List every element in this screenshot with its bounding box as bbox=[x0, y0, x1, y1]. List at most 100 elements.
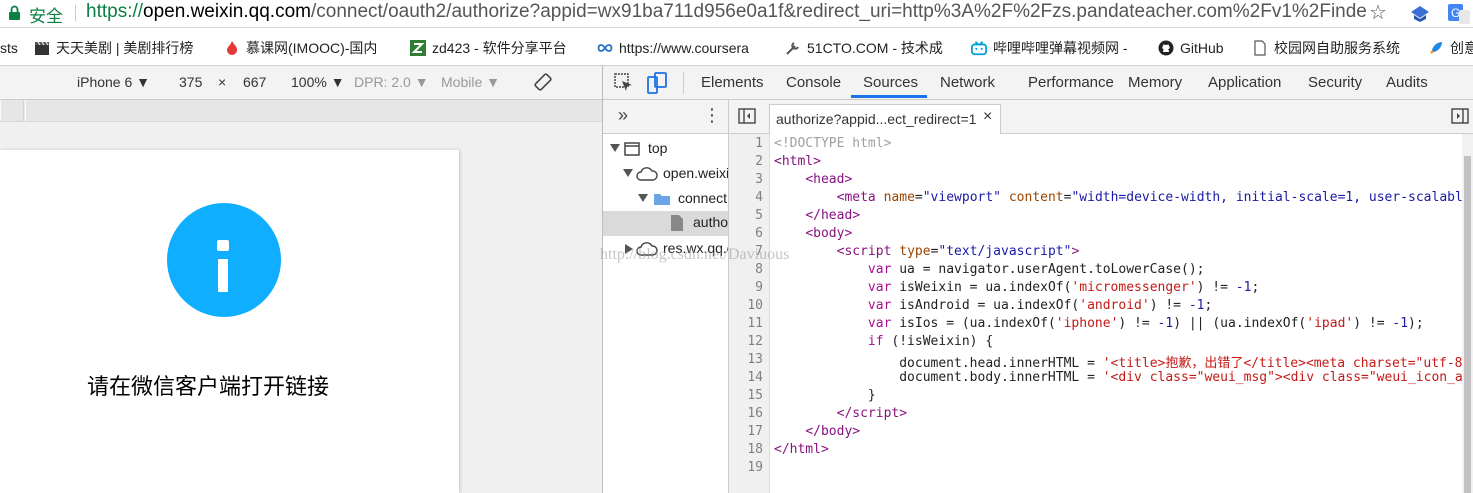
tab-memory[interactable]: Memory bbox=[1128, 74, 1182, 91]
navigator-menu-icon[interactable]: ⋮ bbox=[703, 105, 721, 126]
bookmark-label: 校园网自助服务系统 bbox=[1274, 40, 1400, 56]
flame-icon bbox=[227, 41, 237, 55]
code-line[interactable]: </body> bbox=[774, 424, 860, 439]
code-line[interactable]: var isAndroid = ua.indexOf('android') !=… bbox=[774, 298, 1212, 313]
open-file-tab[interactable]: authorize?appid...ect_redirect=1 × bbox=[769, 104, 1001, 134]
mode-select[interactable]: Mobile ▼ bbox=[441, 74, 500, 90]
code-line[interactable]: document.head.innerHTML = '<title>抱歉，出错了… bbox=[774, 352, 1462, 371]
chevron-down-icon[interactable] bbox=[623, 169, 633, 177]
editor-tab-bar: authorize?appid...ect_redirect=1 × bbox=[729, 100, 1473, 134]
bookmark-item[interactable]: GitHub bbox=[1158, 38, 1240, 58]
bookmark-item[interactable]: zd423 - 软件分享平台 bbox=[410, 38, 585, 58]
inspect-element-icon[interactable] bbox=[614, 73, 634, 93]
code-line[interactable]: document.body.innerHTML = '<div class="w… bbox=[774, 370, 1462, 385]
google-translate-icon[interactable]: G bbox=[1448, 4, 1470, 24]
url-path: /connect/oauth2/authorize?appid=wx91ba71… bbox=[310, 1, 1366, 22]
line-number[interactable]: 6 bbox=[755, 226, 763, 241]
line-number[interactable]: 14 bbox=[747, 370, 763, 385]
code-line[interactable]: </html> bbox=[774, 442, 829, 457]
code-line[interactable]: <meta name="viewport" content="width=dev… bbox=[774, 190, 1462, 205]
tree-item-top[interactable]: top bbox=[603, 137, 728, 162]
extension-icon[interactable] bbox=[1410, 5, 1430, 23]
line-number[interactable]: 8 bbox=[755, 262, 763, 277]
bookmark-item[interactable]: 校园网自助服务系统 bbox=[1252, 38, 1418, 58]
line-number[interactable]: 19 bbox=[747, 460, 763, 475]
device-toolbar-toggle-icon[interactable] bbox=[647, 72, 667, 94]
tab-security[interactable]: Security bbox=[1308, 74, 1362, 91]
line-number[interactable]: 5 bbox=[755, 208, 763, 223]
chevron-down-icon[interactable] bbox=[610, 144, 620, 152]
scrollbar-thumb[interactable] bbox=[1464, 156, 1471, 493]
code-editor[interactable]: <!DOCTYPE html> <html> <head> <meta name=… bbox=[770, 134, 1462, 493]
editor-scrollbar[interactable] bbox=[1462, 134, 1473, 493]
line-number[interactable]: 2 bbox=[755, 154, 763, 169]
code-line[interactable]: <html> bbox=[774, 154, 821, 169]
tab-performance[interactable]: Performance bbox=[1028, 74, 1114, 91]
tab-elements[interactable]: Elements bbox=[701, 74, 764, 91]
bookmark-item[interactable]: 创意 bbox=[1428, 38, 1473, 58]
address-bar[interactable]: 安全 https://open.weixin.qq.com/connect/oa… bbox=[0, 0, 1473, 28]
bookmark-label: https://www.coursera bbox=[619, 40, 749, 56]
code-line[interactable]: <head> bbox=[774, 172, 852, 187]
line-number[interactable]: 13 bbox=[747, 352, 763, 367]
star-icon[interactable]: ☆ bbox=[1369, 0, 1387, 25]
tree-item-folder[interactable]: connect bbox=[603, 187, 728, 212]
tab-console[interactable]: Console bbox=[786, 74, 841, 91]
line-number[interactable]: 12 bbox=[747, 334, 763, 349]
tree-item-domain[interactable]: open.weixin.qq.com bbox=[603, 162, 728, 187]
clapper-icon bbox=[35, 41, 49, 55]
tab-sources[interactable]: Sources bbox=[863, 74, 918, 91]
toggle-navigator-icon[interactable] bbox=[738, 108, 756, 124]
secure-label: 安全 bbox=[29, 7, 63, 26]
tab-application[interactable]: Application bbox=[1208, 74, 1281, 91]
device-toolbar: iPhone 6 ▼ 375 × 667 100% ▼ DPR: 2.0 ▼ M… bbox=[0, 66, 602, 100]
line-number[interactable]: 15 bbox=[747, 388, 763, 403]
height-input[interactable]: 667 bbox=[243, 74, 266, 90]
tree-item-file[interactable]: authorize bbox=[603, 211, 728, 236]
code-line[interactable]: if (!isWeixin) { bbox=[774, 334, 993, 349]
tab-network[interactable]: Network bbox=[940, 74, 995, 91]
toggle-debugger-icon[interactable] bbox=[1451, 108, 1469, 124]
bookmark-item[interactable]: 哔哩哔哩弹幕视频网 - bbox=[971, 38, 1143, 58]
code-line[interactable]: var ua = navigator.userAgent.toLowerCase… bbox=[774, 262, 1205, 277]
dpr-select[interactable]: DPR: 2.0 ▼ bbox=[354, 74, 429, 90]
tab-audits[interactable]: Audits bbox=[1386, 74, 1428, 91]
code-line[interactable]: } bbox=[774, 388, 876, 403]
url-host: open.weixin.qq.com bbox=[143, 1, 311, 22]
close-icon[interactable]: × bbox=[983, 108, 992, 126]
more-tabs-button[interactable]: » bbox=[618, 105, 628, 126]
bookmark-item[interactable]: sts bbox=[0, 38, 26, 58]
line-number[interactable]: 17 bbox=[747, 424, 763, 439]
code-line[interactable]: var isIos = (ua.indexOf('iphone') != -1)… bbox=[774, 316, 1424, 331]
tree-item-label: open.weixin.qq.com bbox=[663, 165, 728, 181]
code-line[interactable]: <!DOCTYPE html> bbox=[774, 136, 891, 151]
chevron-down-icon[interactable] bbox=[638, 194, 648, 202]
line-number[interactable]: 18 bbox=[747, 442, 763, 457]
code-line[interactable]: </head> bbox=[774, 208, 860, 223]
line-number[interactable]: 1 bbox=[755, 136, 763, 151]
width-input[interactable]: 375 bbox=[179, 74, 202, 90]
bookmark-item[interactable]: 51CTO.COM - 技术成 bbox=[785, 38, 957, 58]
line-number[interactable]: 4 bbox=[755, 190, 763, 205]
zoom-select[interactable]: 100% ▼ bbox=[291, 74, 345, 90]
line-number[interactable]: 11 bbox=[747, 316, 763, 331]
bookmark-item[interactable]: https://www.coursera bbox=[597, 38, 769, 58]
url-text[interactable]: https://open.weixin.qq.com/connect/oauth… bbox=[86, 1, 1366, 23]
line-number[interactable]: 3 bbox=[755, 172, 763, 187]
line-number[interactable]: 16 bbox=[747, 406, 763, 421]
bookmark-item[interactable]: 天天美剧 | 美剧排行榜 bbox=[34, 38, 208, 58]
code-line[interactable]: var isWeixin = ua.indexOf('micromessenge… bbox=[774, 280, 1259, 295]
code-line[interactable]: <script type="text/javascript"> bbox=[774, 244, 1080, 259]
github-icon bbox=[1158, 40, 1174, 56]
rotate-icon[interactable] bbox=[534, 73, 552, 91]
line-number[interactable]: 9 bbox=[755, 280, 763, 295]
ruler-segment[interactable] bbox=[0, 100, 24, 121]
device-select[interactable]: iPhone 6 ▼ bbox=[77, 74, 150, 90]
bookmark-item[interactable]: 慕课网(IMOOC)-国内 bbox=[224, 38, 392, 58]
ruler-segment[interactable] bbox=[25, 100, 604, 121]
line-number-gutter[interactable]: 1 2 3 4 5 6 7 8 9 10 11 12 13 14 15 16 17 18 19 bbox=[729, 134, 770, 493]
code-line[interactable]: </script> bbox=[774, 406, 907, 421]
phone-viewport bbox=[0, 150, 459, 493]
code-line[interactable]: <body> bbox=[774, 226, 852, 241]
line-number[interactable]: 10 bbox=[747, 298, 763, 313]
